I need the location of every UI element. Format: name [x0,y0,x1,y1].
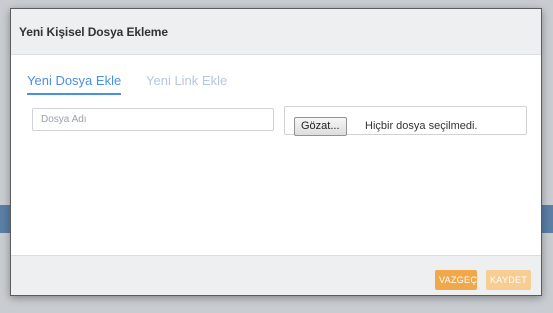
modal-footer: VAZGEÇ KAYDET [11,255,541,295]
browse-button[interactable]: Gözat... [294,117,347,136]
modal-title: Yeni Kişisel Dosya Ekleme [19,25,168,39]
tab-add-file[interactable]: Yeni Dosya Ekle [27,73,122,95]
backdrop-edge-right [541,205,553,233]
add-personal-file-modal: Yeni Kişisel Dosya Ekleme Yeni Dosya Ekl… [10,8,542,296]
file-status-text: Hiçbir dosya seçilmedi. [365,120,478,132]
modal-header: Yeni Kişisel Dosya Ekleme [11,9,541,55]
tab-add-link[interactable]: Yeni Link Ekle [146,73,227,93]
file-picker[interactable]: Gözat... Hiçbir dosya seçilmedi. [284,106,527,136]
save-button[interactable]: KAYDET [486,270,531,290]
file-name-input[interactable] [32,108,274,131]
cancel-button[interactable]: VAZGEÇ [435,270,477,290]
